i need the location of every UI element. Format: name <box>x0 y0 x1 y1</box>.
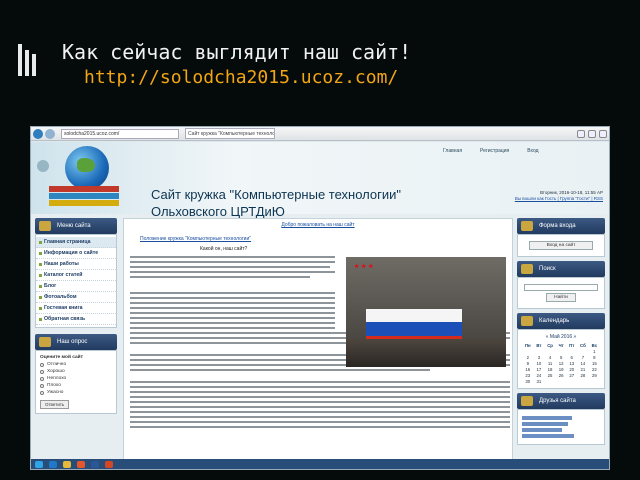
word-taskbar-icon[interactable] <box>91 460 99 468</box>
globe-land-icon <box>77 158 95 172</box>
search-input[interactable] <box>524 284 598 291</box>
friends-header: Друзья сайта <box>517 393 605 409</box>
children-figure <box>346 339 506 367</box>
search-header: Поиск <box>517 261 605 277</box>
calendar-day <box>589 378 600 384</box>
calendar-icon <box>521 316 533 326</box>
calendar-month[interactable]: « Май 2016 » <box>522 334 600 340</box>
start-icon[interactable] <box>35 460 43 468</box>
search-icon <box>521 264 533 274</box>
menu-item-works[interactable]: Наши работы <box>36 259 116 270</box>
content-header-link[interactable]: Добро пожаловать на наш сайт <box>130 222 506 228</box>
site-meta: Вторник, 2016-10-18, 11:55 AP Вы вошли к… <box>514 190 603 201</box>
calendar-header: Календарь <box>517 313 605 329</box>
poll-option[interactable]: Ужасно <box>40 390 112 395</box>
back-button[interactable] <box>33 128 43 139</box>
right-sidebar: Форма входа Вход на сайт Поиск Найти Кал… <box>517 218 605 449</box>
calendar-day <box>544 378 556 384</box>
friends-icon <box>521 396 533 406</box>
photo-caption: ★ ★ ★ <box>354 264 374 270</box>
slide-url: http://solodcha2015.ucoz.com/ <box>84 67 399 88</box>
menu-item-guestbook[interactable]: Гостевая книга <box>36 303 116 314</box>
media-taskbar-icon[interactable] <box>77 460 85 468</box>
login-form: Вход на сайт <box>517 234 605 257</box>
key-icon <box>521 221 533 231</box>
slide-decoration-icon <box>18 44 40 76</box>
login-button[interactable]: Вход на сайт <box>529 241 593 250</box>
poll-option[interactable]: Отлично <box>40 362 112 367</box>
calendar-day[interactable]: 31 <box>534 378 545 384</box>
menu-item-photos[interactable]: Фотоальбом <box>36 292 116 303</box>
ie-taskbar-icon[interactable] <box>49 460 57 468</box>
left-sidebar: Меню сайта Главная страница Информация о… <box>35 218 117 414</box>
address-bar[interactable]: solodcha2015.ucoz.com/ <box>61 128 179 139</box>
search-button[interactable]: Найти <box>546 293 576 302</box>
section-link[interactable]: Положение кружка "Компьютерные технологи… <box>140 236 506 242</box>
calendar: « Май 2016 » Пн Вт Ср Чт Пт Сб Вс 1 2 3 4 5 6 7 8 9 10 11… <box>517 329 605 389</box>
windows-taskbar <box>31 459 609 469</box>
folder-icon <box>39 221 51 231</box>
website-screenshot: solodcha2015.ucoz.com/ Сайт кружка "Комп… <box>30 126 610 470</box>
ppt-taskbar-icon[interactable] <box>105 460 113 468</box>
poll-icon <box>39 337 51 347</box>
calendar-day <box>556 378 566 384</box>
site-page: Главная Регистрация Вход Сайт кружка "Ко… <box>31 142 609 469</box>
home-icon[interactable] <box>37 160 49 172</box>
poll-option[interactable]: Неплохо <box>40 376 112 381</box>
favorites-icon[interactable] <box>588 129 596 138</box>
poll-box: Оцените мой сайт Отлично Хорошо Неплохо … <box>35 350 117 414</box>
content-subtitle: Какой он, наш сайт? <box>200 246 248 252</box>
menu-item-articles[interactable]: Каталог статей <box>36 270 116 281</box>
calendar-grid: Пн Вт Ср Чт Пт Сб Вс 1 2 3 4 5 6 7 8 9 10 11 12 13 14 15 16 17 1… <box>522 342 600 384</box>
menu-item-info[interactable]: Информация о сайте <box>36 248 116 259</box>
calendar-day[interactable]: 30 <box>522 378 534 384</box>
nav-login-link[interactable]: Вход <box>527 148 538 154</box>
top-nav: Главная Регистрация Вход <box>443 148 539 154</box>
browser-tab[interactable]: Сайт кружка "Компьютерные технологии" <box>185 128 275 139</box>
calendar-day <box>566 378 577 384</box>
explorer-taskbar-icon[interactable] <box>63 460 71 468</box>
search-box: Найти <box>517 277 605 309</box>
login-form-header: Форма входа <box>517 218 605 234</box>
poll-question: Оцените мой сайт <box>40 355 83 360</box>
poll-option[interactable]: Хорошо <box>40 369 112 374</box>
home-icon[interactable] <box>577 129 585 138</box>
site-title: Сайт кружка "Компьютерные технологии" Ол… <box>151 187 402 219</box>
browser-toolbar: solodcha2015.ucoz.com/ Сайт кружка "Комп… <box>31 127 609 141</box>
menu-item-feedback[interactable]: Обратная связь <box>36 314 116 325</box>
poll-submit-button[interactable]: Ответить <box>40 400 70 409</box>
books-icon <box>49 186 119 210</box>
poll-option[interactable]: Плохо <box>40 383 112 388</box>
settings-icon[interactable] <box>599 129 607 138</box>
poll-header: Наш опрос <box>35 334 117 350</box>
menu-item-home[interactable]: Главная страница <box>36 237 116 248</box>
slide-title: Как сейчас выглядит наш сайт! <box>62 40 412 64</box>
menu-item-blog[interactable]: Блог <box>36 281 116 292</box>
forward-button[interactable] <box>45 128 55 139</box>
site-menu: Главная страница Информация о сайте Наши… <box>35 234 117 328</box>
main-content: Добро пожаловать на наш сайт Положение к… <box>123 218 513 468</box>
site-header: Главная Регистрация Вход Сайт кружка "Ко… <box>31 142 609 219</box>
calendar-day <box>577 378 589 384</box>
menu-header: Меню сайта <box>35 218 117 234</box>
group-photo: ★ ★ ★ <box>346 257 506 367</box>
nav-register-link[interactable]: Регистрация <box>480 148 509 154</box>
nav-home-link[interactable]: Главная <box>443 148 462 154</box>
friends-box <box>517 409 605 445</box>
